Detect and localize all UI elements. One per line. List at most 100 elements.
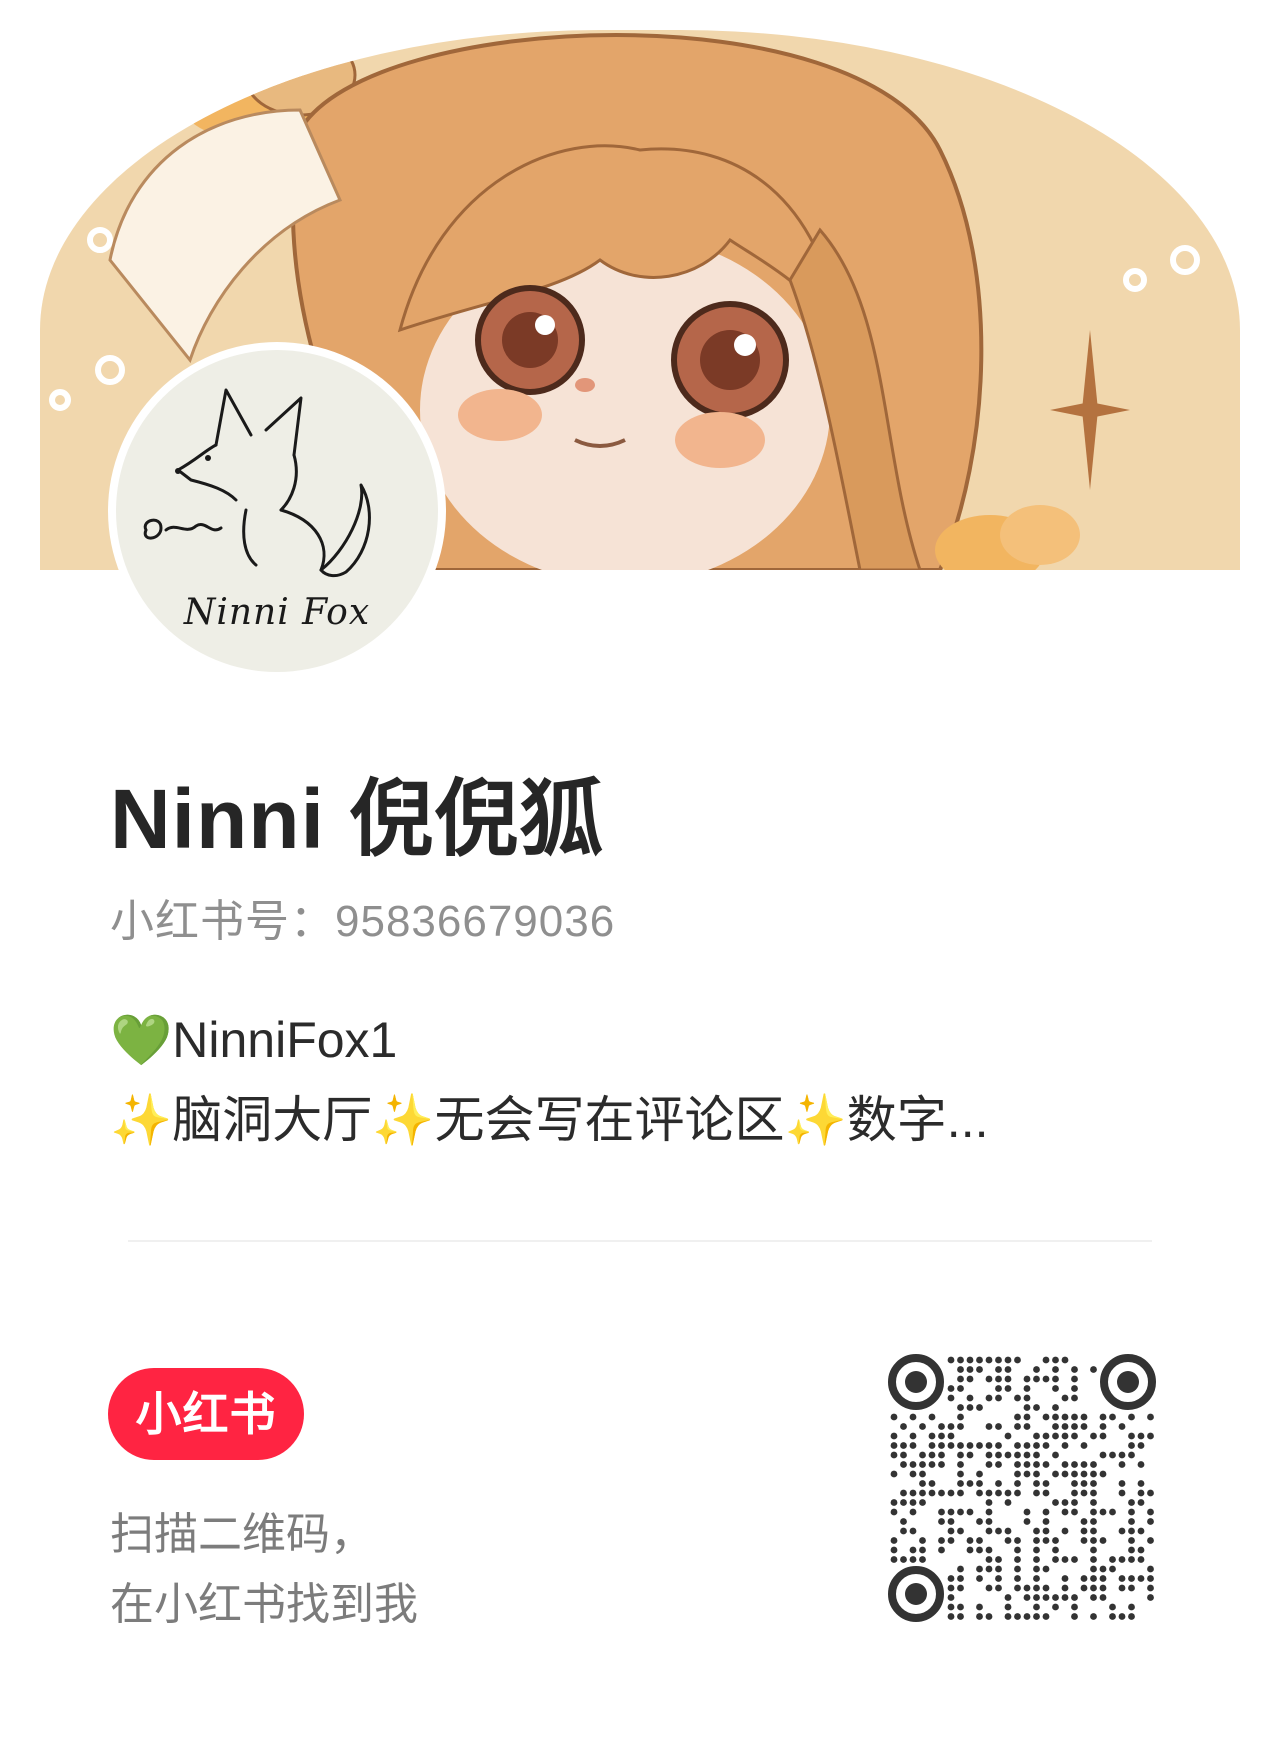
qr-dot bbox=[1042, 1613, 1050, 1620]
qr-code-icon[interactable] bbox=[888, 1354, 1156, 1622]
qr-dot bbox=[1080, 1518, 1088, 1525]
qr-finder-top-right bbox=[1100, 1354, 1156, 1410]
qr-dot bbox=[900, 1423, 907, 1430]
qr-dot bbox=[1042, 1565, 1050, 1573]
qr-dot bbox=[1061, 1356, 1069, 1364]
qr-dot bbox=[1099, 1594, 1107, 1601]
qr-dot bbox=[1042, 1537, 1050, 1544]
avatar[interactable]: Ninni Fox bbox=[108, 342, 446, 680]
qr-dot bbox=[1099, 1565, 1107, 1573]
qr-dot bbox=[1137, 1432, 1145, 1440]
qr-dot bbox=[995, 1489, 1002, 1497]
qr-dot bbox=[1023, 1518, 1031, 1525]
qr-dot bbox=[1061, 1461, 1069, 1468]
qr-dot bbox=[1033, 1366, 1040, 1373]
qr-dot bbox=[985, 1394, 993, 1402]
qr-dot bbox=[1080, 1537, 1088, 1544]
qr-dot bbox=[1004, 1594, 1012, 1601]
qr-dot bbox=[957, 1565, 964, 1573]
qr-dot bbox=[947, 1527, 955, 1535]
qr-dot bbox=[919, 1489, 926, 1497]
qr-dot bbox=[1033, 1451, 1040, 1459]
qr-dot bbox=[1023, 1584, 1031, 1592]
qr-dot bbox=[985, 1499, 993, 1506]
qr-dot bbox=[900, 1556, 907, 1563]
qr-dot bbox=[1109, 1508, 1116, 1516]
qr-dot bbox=[976, 1442, 983, 1449]
qr-dot bbox=[938, 1451, 945, 1459]
qr-dot bbox=[1090, 1461, 1097, 1468]
qr-dot bbox=[1147, 1575, 1154, 1582]
qr-dot bbox=[1033, 1432, 1040, 1440]
qr-dot bbox=[1052, 1546, 1059, 1554]
qr-dot bbox=[1004, 1499, 1012, 1506]
qr-dot bbox=[1014, 1451, 1021, 1459]
qr-dot bbox=[966, 1480, 974, 1487]
qr-dot bbox=[957, 1584, 964, 1592]
qr-dot bbox=[1090, 1527, 1097, 1535]
qr-dot bbox=[1052, 1499, 1059, 1506]
qr-dot bbox=[976, 1356, 983, 1364]
qr-dot bbox=[909, 1556, 917, 1563]
qr-dot bbox=[985, 1451, 993, 1459]
qr-dot bbox=[966, 1546, 974, 1554]
qr-dot bbox=[1099, 1575, 1107, 1582]
qr-dot bbox=[947, 1423, 955, 1430]
qr-dot bbox=[1128, 1613, 1135, 1620]
qr-dot bbox=[1118, 1527, 1126, 1535]
divider bbox=[128, 1240, 1152, 1242]
qr-dot bbox=[1099, 1470, 1107, 1478]
scan-line-2: 在小红书找到我 bbox=[110, 1580, 418, 1629]
qr-dot bbox=[1090, 1594, 1097, 1601]
qr-dot bbox=[1080, 1470, 1088, 1478]
qr-dot bbox=[985, 1556, 993, 1563]
qr-dot bbox=[1004, 1385, 1012, 1392]
qr-dot bbox=[1004, 1527, 1012, 1535]
qr-dot bbox=[1071, 1432, 1078, 1440]
qr-dot bbox=[1071, 1423, 1078, 1430]
qr-dot bbox=[1033, 1404, 1040, 1411]
qr-dot bbox=[1033, 1442, 1040, 1449]
qr-dot bbox=[985, 1508, 993, 1516]
qr-dot bbox=[1033, 1613, 1040, 1620]
qr-dot bbox=[1033, 1375, 1040, 1383]
qr-dot bbox=[995, 1375, 1002, 1383]
qr-dot bbox=[966, 1394, 974, 1402]
qr-dot bbox=[966, 1442, 974, 1449]
qr-dot bbox=[1014, 1480, 1021, 1487]
qr-dot bbox=[1090, 1518, 1097, 1525]
qr-dot bbox=[909, 1432, 917, 1440]
qr-dot bbox=[1004, 1613, 1012, 1620]
qr-dot bbox=[1023, 1394, 1031, 1402]
qr-dot bbox=[1014, 1461, 1021, 1468]
qr-dot bbox=[1137, 1442, 1145, 1449]
qr-dot bbox=[995, 1394, 1002, 1402]
qr-dot bbox=[947, 1613, 955, 1620]
qr-dot bbox=[928, 1489, 936, 1497]
qr-dot bbox=[909, 1461, 917, 1468]
qr-dot bbox=[985, 1527, 993, 1535]
qr-dot bbox=[957, 1603, 964, 1611]
qr-dot bbox=[1128, 1499, 1135, 1506]
qr-dot bbox=[1042, 1432, 1050, 1440]
qr-dot bbox=[957, 1470, 964, 1478]
qr-dot bbox=[1042, 1594, 1050, 1601]
qr-dot bbox=[938, 1489, 945, 1497]
qr-dot bbox=[909, 1489, 917, 1497]
qr-dot bbox=[995, 1423, 1002, 1430]
qr-dot bbox=[1042, 1489, 1050, 1497]
qr-dot bbox=[1061, 1432, 1069, 1440]
qr-dot bbox=[957, 1413, 964, 1421]
qr-dot bbox=[919, 1480, 926, 1487]
qr-dot bbox=[890, 1556, 898, 1563]
qr-finder-bottom-left bbox=[888, 1566, 944, 1622]
qr-dot bbox=[1109, 1451, 1116, 1459]
qr-dot bbox=[1014, 1575, 1021, 1582]
xiaohongshu-logo: 小红书 bbox=[108, 1368, 304, 1460]
qr-dot bbox=[947, 1594, 955, 1601]
qr-dot bbox=[1128, 1584, 1135, 1592]
qr-dot bbox=[1004, 1489, 1012, 1497]
qr-dot bbox=[966, 1366, 974, 1373]
qr-dot bbox=[957, 1575, 964, 1582]
qr-dot bbox=[938, 1442, 945, 1449]
